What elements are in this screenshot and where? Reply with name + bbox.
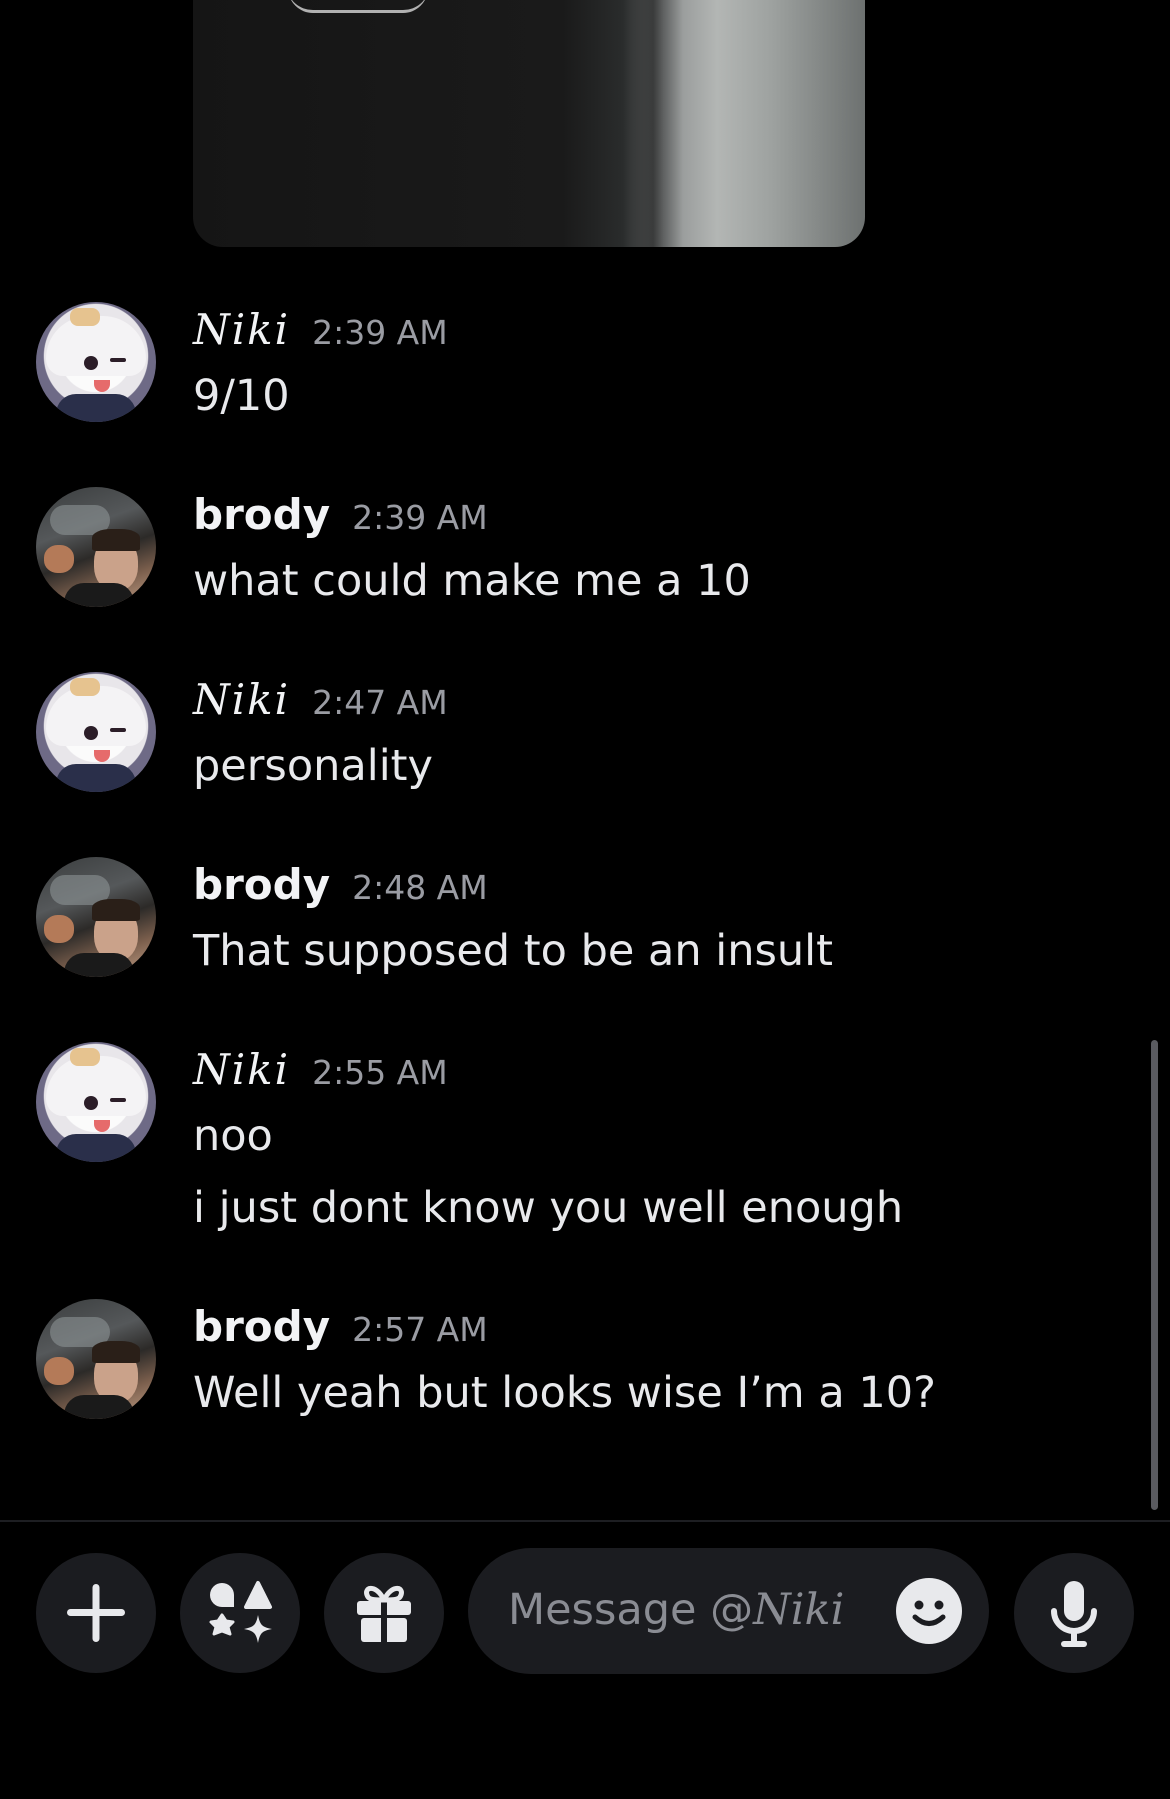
avatar[interactable] [36, 1299, 156, 1419]
author-name[interactable]: brody 2:48 AM [193, 861, 488, 912]
author-name[interactable]: Niki 2:39 AM [193, 306, 448, 357]
author-name[interactable]: Niki 2:47 AM [193, 676, 448, 727]
scrollbar[interactable] [1151, 1040, 1158, 1510]
message-placeholder: Message @Niki [508, 1584, 844, 1636]
message-text: Well yeah but looks wise I’m a 10? [193, 1368, 936, 1418]
plus-icon [67, 1584, 125, 1642]
message-input[interactable]: Message @Niki [468, 1548, 989, 1674]
apps-button[interactable] [180, 1553, 300, 1673]
author-name[interactable]: brody 2:39 AM [193, 491, 488, 542]
shirt-graphic [288, 0, 428, 13]
message-text: personality [193, 741, 433, 791]
gift-button[interactable] [324, 1553, 444, 1673]
avatar[interactable] [36, 672, 156, 792]
message-text: what could make me a 10 [193, 556, 751, 606]
voice-message-button[interactable] [1014, 1553, 1134, 1673]
author-label[interactable]: brody [193, 490, 330, 539]
avatar[interactable] [36, 302, 156, 422]
timestamp: 2:57 AM [352, 1310, 488, 1349]
image-attachment[interactable] [193, 0, 865, 247]
message-composer: Message @Niki [0, 1522, 1170, 1799]
avatar[interactable] [36, 1042, 156, 1162]
timestamp: 2:39 AM [352, 498, 488, 537]
author-name[interactable]: brody 2:57 AM [193, 1303, 488, 1354]
author-label[interactable]: Niki [193, 1045, 290, 1094]
gift-icon [357, 1585, 411, 1642]
chat-view: Niki 2:39 AM 9/10 brody 2:39 AM what could… [0, 0, 1170, 1520]
timestamp: 2:39 AM [312, 313, 448, 352]
message-text: i just dont know you well enough [193, 1183, 904, 1233]
emoji-icon [896, 1578, 962, 1644]
placeholder-prefix: Message @ [508, 1585, 754, 1635]
message-text: 9/10 [193, 371, 290, 421]
timestamp: 2:55 AM [312, 1053, 448, 1092]
author-name[interactable]: Niki 2:55 AM [193, 1046, 448, 1097]
microphone-icon [1051, 1581, 1097, 1647]
placeholder-recipient: Niki [753, 1585, 845, 1635]
apps-icon [209, 1581, 272, 1643]
avatar[interactable] [36, 857, 156, 977]
message-text: That supposed to be an insult [193, 926, 833, 976]
author-label[interactable]: brody [193, 1302, 330, 1351]
author-label[interactable]: Niki [193, 675, 290, 724]
timestamp: 2:47 AM [312, 683, 448, 722]
author-label[interactable]: brody [193, 860, 330, 909]
avatar[interactable] [36, 487, 156, 607]
message-text: noo [193, 1111, 273, 1161]
timestamp: 2:48 AM [352, 868, 488, 907]
add-attachment-button[interactable] [36, 1553, 156, 1673]
author-label[interactable]: Niki [193, 305, 290, 354]
image-shadow [623, 0, 683, 247]
emoji-button[interactable] [896, 1578, 962, 1644]
